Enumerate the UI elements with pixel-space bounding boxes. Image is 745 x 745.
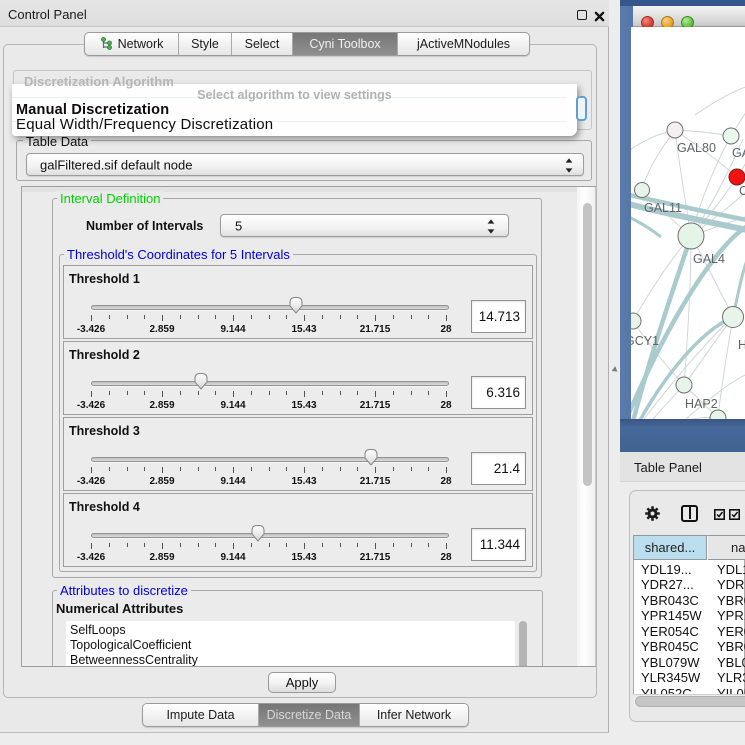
svg-text:HAP2: HAP2 bbox=[685, 397, 718, 411]
svg-text:H: H bbox=[738, 338, 745, 352]
svg-text:GAL4: GAL4 bbox=[693, 252, 725, 266]
svg-text:GAL80: GAL80 bbox=[677, 141, 716, 155]
svg-text:C: C bbox=[739, 184, 745, 198]
svg-text:GCY1: GCY1 bbox=[631, 334, 659, 348]
svg-text:GAL11: GAL11 bbox=[644, 201, 682, 215]
svg-text:GA: GA bbox=[732, 146, 745, 160]
